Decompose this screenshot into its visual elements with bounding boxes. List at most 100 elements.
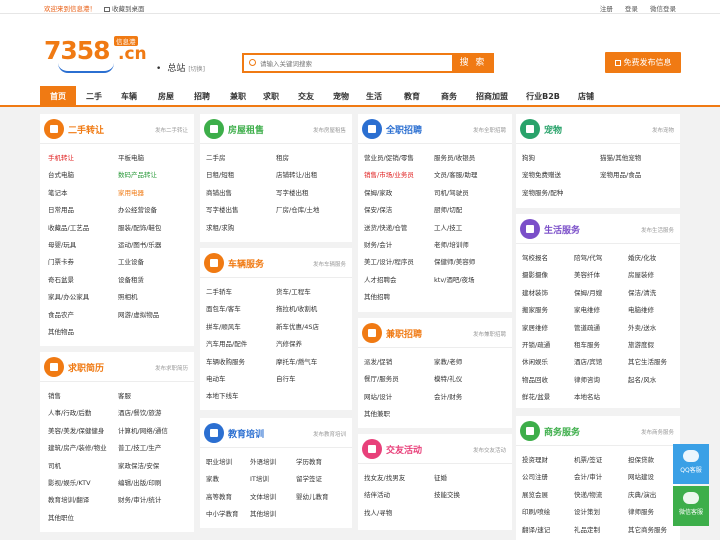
category-link[interactable]: ktv/酒吧/夜场 xyxy=(434,274,475,284)
category-link[interactable]: 学历教育 xyxy=(296,456,322,466)
panel-title[interactable]: 车辆服务 xyxy=(228,257,264,270)
nav-item-8[interactable]: 宠物 xyxy=(324,86,358,107)
category-link[interactable]: 普工/技工/生产 xyxy=(118,442,161,452)
category-link[interactable]: 宠物服务/配种 xyxy=(522,187,563,197)
category-link[interactable]: 职业培训 xyxy=(206,456,232,466)
category-link[interactable]: 模特/礼仪 xyxy=(434,373,462,383)
category-link[interactable]: 手机转让 xyxy=(48,152,74,162)
panel-title[interactable]: 全职招聘 xyxy=(386,123,422,136)
category-link[interactable]: 旅游度假 xyxy=(628,339,654,349)
category-link[interactable]: 人事/行政/后勤 xyxy=(48,407,91,417)
wechat-service-button[interactable]: 微信客服 xyxy=(673,486,709,526)
category-link[interactable]: 家居维修 xyxy=(522,322,548,332)
category-link[interactable]: 食品农产 xyxy=(48,309,74,319)
panel-publish-link[interactable]: 发布求职简历 xyxy=(155,364,188,372)
panel-publish-link[interactable]: 发布车辆服务 xyxy=(313,260,346,268)
add-to-desktop-link[interactable]: 收藏到桌面 xyxy=(104,3,145,13)
category-link[interactable]: 美容纤体 xyxy=(574,269,600,279)
nav-item-10[interactable]: 教育 xyxy=(394,86,430,107)
category-link[interactable]: 其它生活服务 xyxy=(628,356,667,366)
panel-publish-link[interactable]: 发布交友活动 xyxy=(473,446,506,454)
category-link[interactable]: 求租/求购 xyxy=(206,222,234,232)
category-link[interactable]: 庆典/演出 xyxy=(628,489,656,499)
category-link[interactable]: 家政保洁/安保 xyxy=(118,460,159,470)
category-link[interactable]: 办公经营设备 xyxy=(118,204,157,214)
category-link[interactable]: 家具/办公家具 xyxy=(48,291,89,301)
category-link[interactable]: 餐厅/服务员 xyxy=(364,373,399,383)
panel-publish-link[interactable]: 发布教育培训 xyxy=(313,430,346,438)
category-link[interactable]: 宠物用品/食品 xyxy=(600,169,641,179)
category-link[interactable]: 保安/保洁 xyxy=(364,204,392,214)
category-link[interactable]: 运动/图书/乐器 xyxy=(118,239,161,249)
panel-publish-link[interactable]: 发布二手转让 xyxy=(155,126,188,134)
site-logo[interactable]: 7358 信息港 .cn xyxy=(44,36,147,76)
category-link[interactable]: 其它商务服务 xyxy=(628,524,667,534)
panel-title[interactable]: 二手转让 xyxy=(68,123,104,136)
wechat-login-link[interactable]: 微信登录 xyxy=(650,5,676,13)
category-link[interactable]: 商铺出售 xyxy=(206,187,232,197)
nav-item-1[interactable]: 二手 xyxy=(80,86,108,107)
nav-item-13[interactable]: 行业B2B xyxy=(518,86,568,107)
category-link[interactable]: 投资理财 xyxy=(522,454,548,464)
category-link[interactable]: 本地下线车 xyxy=(206,390,239,400)
panel-publish-link[interactable]: 发布房屋租售 xyxy=(313,126,346,134)
category-link[interactable]: 其他招聘 xyxy=(364,291,390,301)
category-link[interactable]: 高等教育 xyxy=(206,491,232,501)
category-link[interactable]: 会计/审计 xyxy=(574,471,602,481)
category-link[interactable]: 收藏品/工艺品 xyxy=(48,222,89,232)
category-link[interactable]: 翻译/速记 xyxy=(522,524,550,534)
category-link[interactable]: 保健师/美容师 xyxy=(434,256,475,266)
category-link[interactable]: 写字楼出租 xyxy=(276,187,309,197)
panel-publish-link[interactable]: 发布宠物 xyxy=(652,126,674,134)
category-link[interactable]: 老师/培训师 xyxy=(434,239,469,249)
nav-item-3[interactable]: 房屋 xyxy=(150,86,182,107)
category-link[interactable]: 征婚 xyxy=(434,472,447,482)
search-button[interactable]: 搜 索 xyxy=(452,53,494,73)
category-link[interactable]: 展览会展 xyxy=(522,489,548,499)
category-link[interactable]: 日常用品 xyxy=(48,204,74,214)
nav-item-7[interactable]: 交友 xyxy=(290,86,322,107)
category-link[interactable]: 美容/美发/保健健身 xyxy=(48,425,104,435)
category-link[interactable]: 车辆收购服务 xyxy=(206,356,245,366)
category-link[interactable]: 日租/短租 xyxy=(206,169,234,179)
category-link[interactable]: 保洁/清洗 xyxy=(628,287,656,297)
station-selector[interactable]: • 总站 [切换] xyxy=(156,61,205,74)
category-link[interactable]: 其他物品 xyxy=(48,326,74,336)
category-link[interactable]: 其他兼职 xyxy=(364,408,390,418)
category-link[interactable]: 其他培训 xyxy=(250,508,276,518)
nav-item-2[interactable]: 车辆 xyxy=(112,86,146,107)
category-link[interactable]: 司机/驾驶员 xyxy=(434,187,469,197)
panel-title[interactable]: 宠物 xyxy=(544,123,562,136)
category-link[interactable]: 休闲娱乐 xyxy=(522,356,548,366)
category-link[interactable]: 自行车 xyxy=(276,373,296,383)
category-link[interactable]: 外卖/送水 xyxy=(628,322,656,332)
category-link[interactable]: 二手轿车 xyxy=(206,286,232,296)
category-link[interactable]: 酒店/宾馆 xyxy=(574,356,602,366)
category-link[interactable]: 店铺转让/出租 xyxy=(276,169,317,179)
category-link[interactable]: 搬家服务 xyxy=(522,304,548,314)
category-link[interactable]: 拼车/顺风车 xyxy=(206,321,241,331)
category-link[interactable]: 其他职位 xyxy=(48,512,74,522)
category-link[interactable]: 奇石盆景 xyxy=(48,274,74,284)
category-link[interactable]: 公司注册 xyxy=(522,471,548,481)
panel-publish-link[interactable]: 发布商务服务 xyxy=(641,428,674,436)
category-link[interactable]: 销售/市场/业务员 xyxy=(364,169,414,179)
category-link[interactable]: 起名/风水 xyxy=(628,374,656,384)
category-link[interactable]: 设备租赁 xyxy=(118,274,144,284)
category-link[interactable]: 财务/会计 xyxy=(364,239,392,249)
nav-item-6[interactable]: 求职 xyxy=(256,86,286,107)
category-link[interactable]: IT培训 xyxy=(250,473,269,483)
category-link[interactable]: 管道疏通 xyxy=(574,322,600,332)
category-link[interactable]: 财务/审计/统计 xyxy=(118,494,161,504)
category-link[interactable]: 厨师/切配 xyxy=(434,204,462,214)
category-link[interactable]: 网站/设计 xyxy=(364,391,392,401)
category-link[interactable]: 拖拉机/收割机 xyxy=(276,303,317,313)
nav-item-12[interactable]: 招商加盟 xyxy=(470,86,514,107)
category-link[interactable]: 平板电脑 xyxy=(118,152,144,162)
category-link[interactable]: 中小学教育 xyxy=(206,508,239,518)
category-link[interactable]: 照相机 xyxy=(118,291,138,301)
category-link[interactable]: 物品回收 xyxy=(522,374,548,384)
category-link[interactable]: 保姆/月嫂 xyxy=(574,287,602,297)
panel-title[interactable]: 教育培训 xyxy=(228,427,264,440)
nav-item-5[interactable]: 兼职 xyxy=(222,86,254,107)
